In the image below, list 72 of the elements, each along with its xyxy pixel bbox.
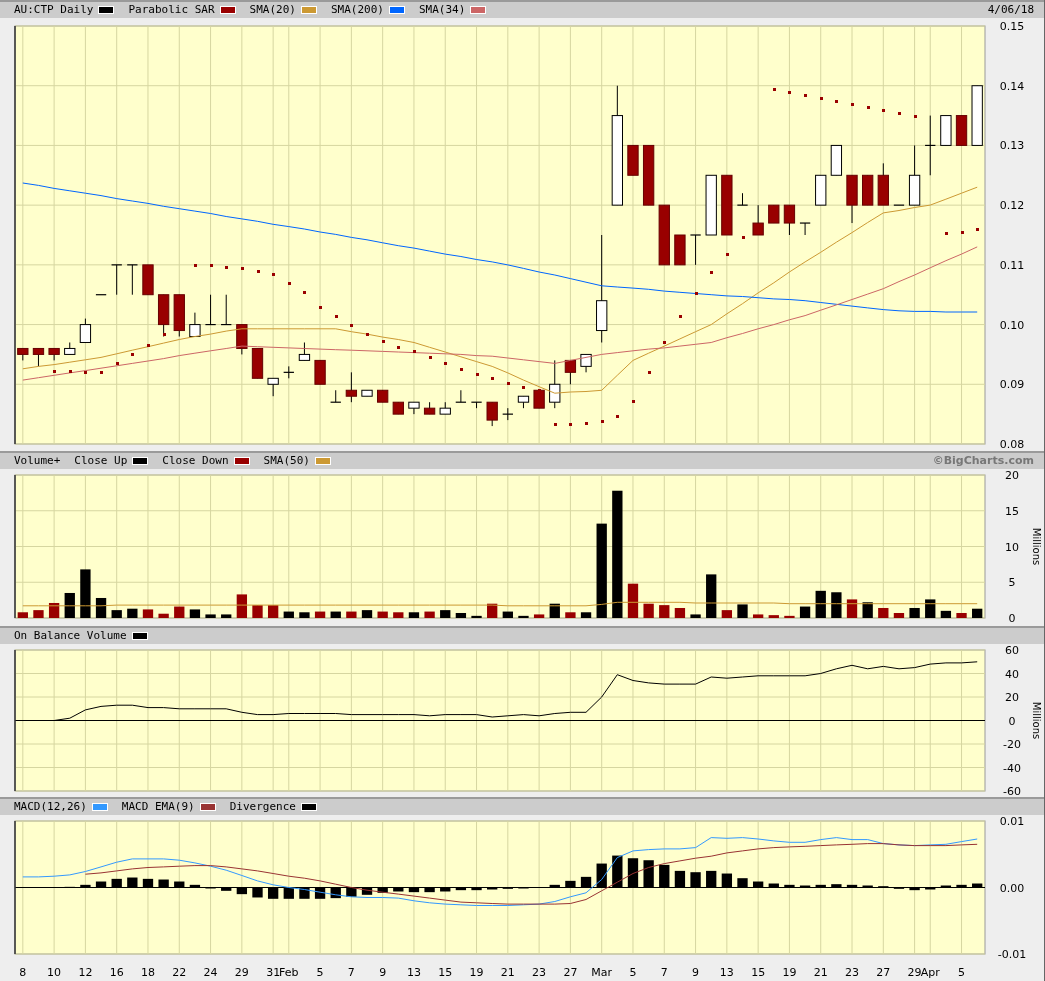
axis-label: -0.01 [997,948,1027,961]
axis-label: 23 [845,966,859,979]
axis-label: 31 [266,966,281,979]
axis-label: 7 [347,966,355,979]
legend-label: SMA(34) [418,1,466,18]
axis-label: -40 [1003,761,1021,775]
axis-label: 18 [141,966,155,979]
axis-label: 8 [19,966,27,979]
axis-title: Millions [1031,701,1042,740]
legend-label: SMA(20) [249,1,296,18]
legend-label: Parabolic SAR [128,1,215,18]
legend-label: Close Up [74,452,128,469]
axis-label: 15 [751,966,766,979]
legend-label: SMA(200) [330,1,384,18]
axis-label: 60 [1005,644,1019,657]
axis-label: 13 [719,966,734,979]
axis-label: 0.13 [999,139,1025,153]
axis-label: 0.14 [999,79,1025,93]
axis-label: Feb [279,966,299,979]
axis-label: 23 [532,966,547,979]
axis-label: 9 [379,966,387,979]
axis-label: Mar [591,966,613,979]
axis-label: 20 [1005,691,1019,704]
axis-label: 0.11 [999,258,1025,272]
axis-label: 13 [406,966,421,979]
axis-label: 0.08 [999,438,1025,451]
axis-label: 24 [203,966,218,979]
axis-label: 0.10 [999,318,1025,332]
axis-label: 10 [1005,540,1019,554]
legend-label: SMA(50) [263,452,310,469]
axis-label: 40 [1005,667,1019,681]
axis-label: 0.12 [999,199,1025,213]
legend-label: Divergence [229,798,296,815]
axis-title: Millions [1031,527,1042,566]
axis-label: 19 [782,966,797,979]
axis-label: Apr [920,966,940,979]
axis-label: 15 [438,966,453,979]
axis-label: 0 [1008,714,1016,728]
axis-label: 21 [500,966,515,979]
axis-label: 20 [1005,469,1019,482]
axis-label: 12 [78,966,93,979]
legend-label: On Balance Volume [14,627,127,644]
axis-label: 29 [234,966,249,979]
legend-label: Volume+ [14,452,61,469]
axis-label: 10 [47,966,62,979]
axis-label: 0.09 [999,378,1025,392]
axis-label: 15 [1005,504,1019,518]
legend-label: AU:CTP Daily [14,1,94,18]
legend-label: MACD(12,26) [14,798,87,815]
axis-label: 0.00 [999,881,1025,895]
legend-label: MACD EMA(9) [121,798,195,815]
axis-label: 7 [660,966,668,979]
axis-label: 0.01 [999,815,1025,828]
axis-label: 29 [907,966,922,979]
axis-label: 0 [1008,612,1016,625]
axis-label: 22 [172,966,187,979]
axis-label: 21 [813,966,828,979]
axis-label: 9 [692,966,700,979]
axis-label: 5 [958,966,966,979]
axis-label: 5 [1008,576,1016,590]
axis-label: -20 [1003,738,1021,751]
axis-label: 5 [316,966,324,979]
chart-date: 4/06/18 [987,1,1034,18]
axis-label: -60 [1003,785,1021,797]
credit-text: ©BigCharts.com [932,452,1034,469]
axis-label: 16 [109,966,124,979]
axis-label: 27 [876,966,891,979]
axis-label: 27 [563,966,578,979]
axis-label: 0.15 [999,20,1025,33]
legend-label: Close Down [162,452,229,469]
axis-label: 5 [629,966,637,979]
axis-label: 19 [469,966,484,979]
